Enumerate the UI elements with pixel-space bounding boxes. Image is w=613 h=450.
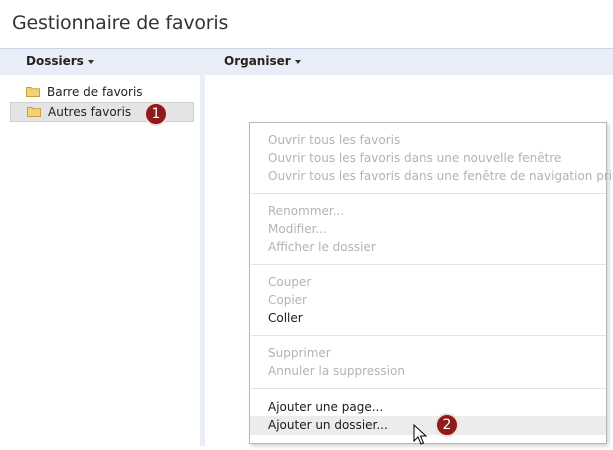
menu-separator xyxy=(251,193,606,194)
menu-item-open-all-new-window[interactable]: Ouvrir tous les favoris dans une nouvell… xyxy=(250,150,606,167)
tree-item-label: Barre de favoris xyxy=(47,85,143,99)
menu-separator xyxy=(251,335,606,336)
organize-menu-label: Organiser xyxy=(224,54,291,68)
tree-item-label: Autres favoris xyxy=(48,105,132,119)
toolbar: Dossiers Organiser xyxy=(0,48,613,75)
step-badge-1: 1 xyxy=(144,102,168,126)
menu-item-rename[interactable]: Renommer... xyxy=(250,203,606,220)
menu-item-show-folder[interactable]: Afficher le dossier xyxy=(250,239,606,256)
mouse-cursor-icon xyxy=(413,423,428,446)
menu-separator xyxy=(251,264,606,265)
folders-menu-label: Dossiers xyxy=(26,54,84,68)
menu-item-add-folder[interactable]: Ajouter un dossier... xyxy=(250,416,606,435)
tree-item-bookmarks-bar[interactable]: Barre de favoris xyxy=(10,82,194,102)
folder-icon xyxy=(27,106,41,117)
organize-context-menu: Ouvrir tous les favoris Ouvrir tous les … xyxy=(249,122,613,444)
menu-item-add-page[interactable]: Ajouter une page... xyxy=(250,399,606,416)
menu-item-paste[interactable]: Coller xyxy=(250,310,606,327)
menu-item-edit[interactable]: Modifier... xyxy=(250,221,606,238)
menu-item-open-all[interactable]: Ouvrir tous les favoris xyxy=(250,132,606,149)
menu-item-cut[interactable]: Couper xyxy=(250,274,606,291)
menu-separator xyxy=(251,388,606,389)
page-title: Gestionnaire de favoris xyxy=(12,12,229,34)
menu-item-open-all-incognito[interactable]: Ouvrir tous les favoris dans une fenêtre… xyxy=(250,168,613,185)
menu-item-copy[interactable]: Copier xyxy=(250,292,606,309)
step-badge-2: 2 xyxy=(435,413,459,437)
caret-down-icon xyxy=(294,59,301,64)
organize-menu-button[interactable]: Organiser xyxy=(224,54,301,68)
menu-item-undo-delete[interactable]: Annuler la suppression xyxy=(250,363,606,380)
pane-splitter[interactable] xyxy=(200,75,205,446)
folders-menu-button[interactable]: Dossiers xyxy=(26,54,94,68)
caret-down-icon xyxy=(87,59,94,64)
folder-icon xyxy=(26,86,40,97)
menu-item-delete[interactable]: Supprimer xyxy=(250,345,606,362)
